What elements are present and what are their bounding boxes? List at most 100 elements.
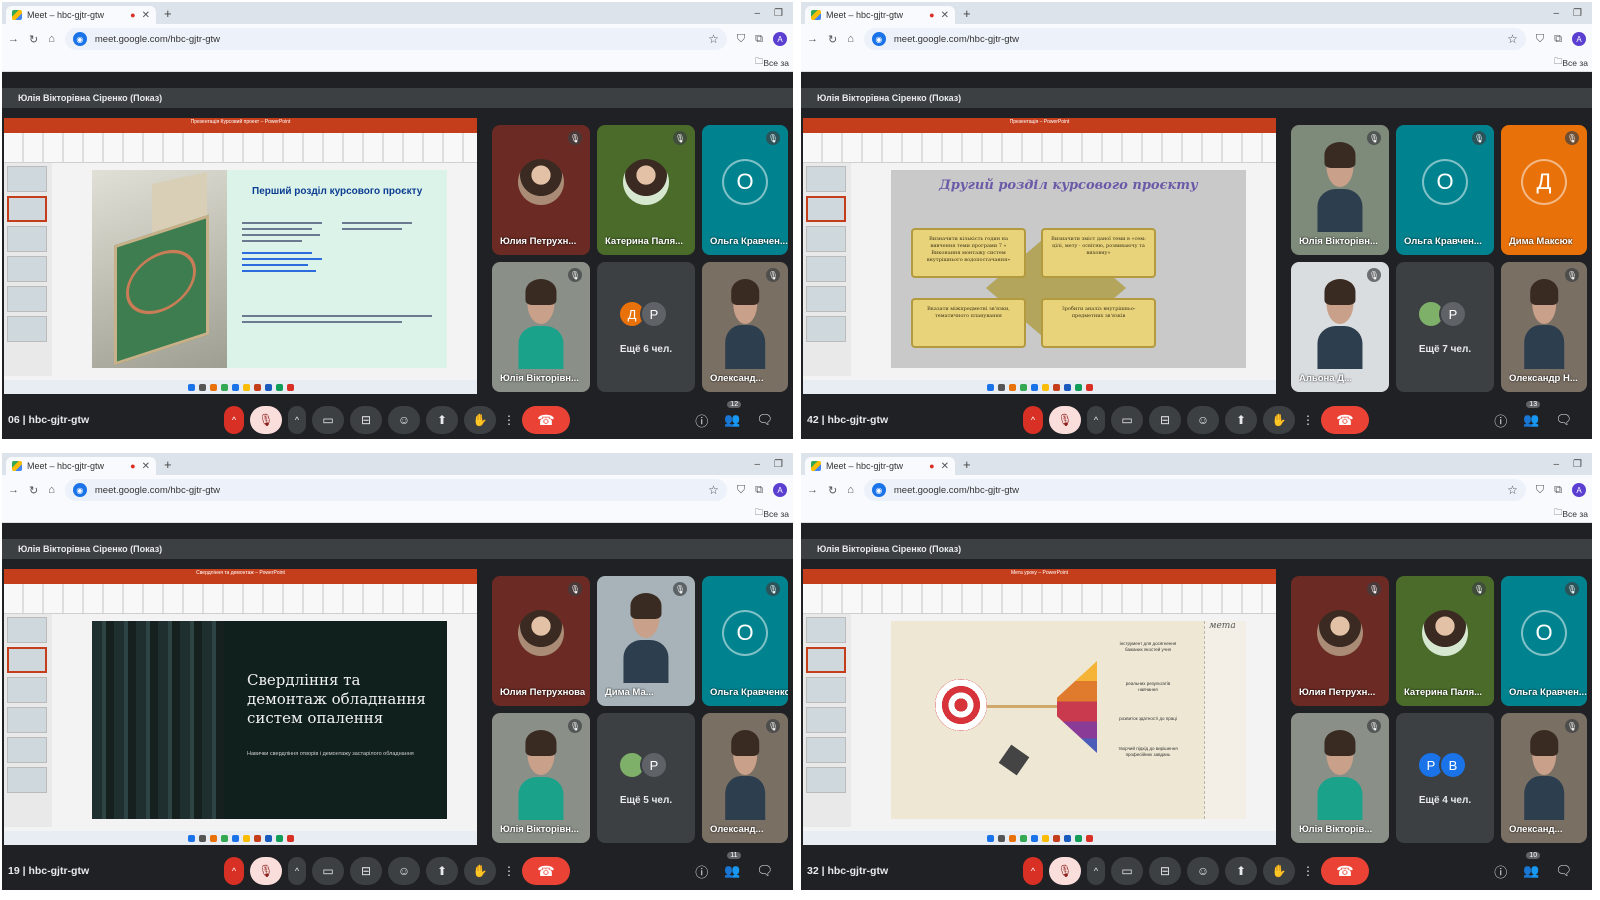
new-tab-button[interactable]: + [963,457,971,472]
shield-icon[interactable]: ⛉ [737,484,745,497]
more-options-button[interactable]: ⋮ [502,406,516,434]
raise-hand-button[interactable]: ✋ [464,406,496,434]
maximize-icon[interactable]: ❐ [1573,459,1582,470]
forward-icon[interactable]: → [807,33,818,45]
more-participants-tile[interactable]: Р Ещё 5 чел. [597,713,695,843]
present-button[interactable]: ⬆ [1225,857,1257,885]
extensions-icon[interactable]: ⧉ [1554,33,1562,46]
close-tab-icon[interactable]: ✕ [941,461,949,472]
participant-tile[interactable]: О Ольга Кравчен... 🎙 [702,125,788,255]
end-call-button[interactable]: ☎ [522,857,570,885]
browser-tab[interactable]: Meet – hbc-gjtr-gtw ● ✕ [6,457,156,475]
profile-avatar[interactable]: A [773,32,787,46]
camera-button[interactable]: ▭ [1111,857,1143,885]
site-info-icon[interactable]: ◉ [72,483,87,497]
participant-tile[interactable]: Катерина Паля... 🎙 [1396,576,1494,706]
shield-icon[interactable]: ⛉ [1536,33,1544,46]
mic-muted-button[interactable]: 🎙 [250,857,282,885]
extensions-icon[interactable]: ⧉ [755,33,763,46]
people-button[interactable]: 👥 13 [1523,401,1541,428]
emoji-button[interactable]: ☺ [388,406,420,434]
close-tab-icon[interactable]: ✕ [941,10,949,21]
chat-icon[interactable]: 🗨 [1555,412,1572,428]
chat-icon[interactable]: 🗨 [756,412,773,428]
mic-muted-button[interactable]: 🎙 [1049,406,1081,434]
participant-tile[interactable]: Альона Д... 🎙 [1291,262,1389,392]
more-options-button[interactable]: ⋮ [502,857,516,885]
participant-tile[interactable]: Юлія Вікторівн... 🎙 [1291,125,1389,255]
forward-icon[interactable]: → [8,484,19,496]
omnibox[interactable]: ◉ meet.google.com/hbc-gjtr-gtw ☆ [863,479,1526,501]
mic-options-button[interactable]: ^ [224,857,244,885]
shield-icon[interactable]: ⛉ [737,33,745,46]
end-call-button[interactable]: ☎ [1321,857,1369,885]
maximize-icon[interactable]: ❐ [1573,8,1582,19]
minimize-icon[interactable]: – [1553,8,1559,19]
participant-tile[interactable]: О Ольга Кравчен... 🎙 [1501,576,1587,706]
more-options-button[interactable]: ⋮ [1301,406,1315,434]
site-info-icon[interactable]: ◉ [871,483,886,497]
profile-avatar[interactable]: A [773,483,787,497]
people-button[interactable]: 👥 11 [724,852,741,879]
site-info-icon[interactable]: ◉ [871,32,886,46]
forward-icon[interactable]: → [807,484,818,496]
raise-hand-button[interactable]: ✋ [1263,406,1295,434]
profile-avatar[interactable]: A [1572,483,1586,497]
more-participants-tile[interactable]: Р В Ещё 4 чел. [1396,713,1494,843]
bookmark-star-icon[interactable]: ☆ [1507,32,1518,46]
minimize-icon[interactable]: – [754,8,760,19]
bookmark-star-icon[interactable]: ☆ [1507,483,1518,497]
participant-tile[interactable]: Катерина Паля... 🎙 [597,125,695,255]
bookmark-star-icon[interactable]: ☆ [708,32,719,46]
participant-tile[interactable]: Юлия Петрухн... 🎙 [1291,576,1389,706]
all-bookmarks-label[interactable]: Все за [763,58,789,68]
browser-tab[interactable]: Meet – hbc-gjtr-gtw ● ✕ [805,457,955,475]
reload-icon[interactable]: ↻ [828,33,837,46]
new-tab-button[interactable]: + [164,457,172,472]
bookmark-star-icon[interactable]: ☆ [708,483,719,497]
participant-tile[interactable]: Д Дима Максюк 🎙 [1501,125,1587,255]
close-tab-icon[interactable]: ✕ [142,10,150,21]
all-bookmarks-label[interactable]: Все за [1562,509,1588,519]
camera-options-button[interactable]: ^ [288,857,306,885]
site-info-icon[interactable]: ◉ [72,32,87,46]
camera-button[interactable]: ▭ [312,406,344,434]
mic-options-button[interactable]: ^ [1023,406,1043,434]
present-button[interactable]: ⬆ [426,857,458,885]
captions-button[interactable]: ⊟ [1149,857,1181,885]
info-icon[interactable]: ⓘ [695,411,708,430]
home-icon[interactable]: ⌂ [48,484,55,496]
emoji-button[interactable]: ☺ [1187,406,1219,434]
info-icon[interactable]: ⓘ [1494,411,1507,430]
omnibox[interactable]: ◉ meet.google.com/hbc-gjtr-gtw ☆ [64,28,727,50]
extensions-icon[interactable]: ⧉ [755,484,763,497]
participant-tile[interactable]: Олександ... 🎙 [1501,713,1587,843]
profile-avatar[interactable]: A [1572,32,1586,46]
participant-tile[interactable]: О Ольга Кравчен... 🎙 [1396,125,1494,255]
maximize-icon[interactable]: ❐ [774,459,783,470]
browser-tab[interactable]: Meet – hbc-gjtr-gtw ● ✕ [805,6,955,24]
present-button[interactable]: ⬆ [1225,406,1257,434]
participant-tile[interactable]: Олександ... 🎙 [702,713,788,843]
home-icon[interactable]: ⌂ [847,484,854,496]
emoji-button[interactable]: ☺ [1187,857,1219,885]
omnibox[interactable]: ◉ meet.google.com/hbc-gjtr-gtw ☆ [863,28,1526,50]
mic-options-button[interactable]: ^ [1023,857,1043,885]
participant-tile[interactable]: Олександр Н... 🎙 [1501,262,1587,392]
camera-button[interactable]: ▭ [1111,406,1143,434]
people-button[interactable]: 👥 10 [1523,852,1541,879]
more-participants-tile[interactable]: Д Р Ещё 6 чел. [597,262,695,392]
browser-tab[interactable]: Meet – hbc-gjtr-gtw ● ✕ [6,6,156,24]
all-bookmarks-label[interactable]: Все за [1562,58,1588,68]
minimize-icon[interactable]: – [754,459,760,470]
shield-icon[interactable]: ⛉ [1536,484,1544,497]
forward-icon[interactable]: → [8,33,19,45]
mic-muted-button[interactable]: 🎙 [1049,857,1081,885]
omnibox[interactable]: ◉ meet.google.com/hbc-gjtr-gtw ☆ [64,479,727,501]
people-button[interactable]: 👥 12 [724,401,742,428]
new-tab-button[interactable]: + [164,6,172,21]
more-options-button[interactable]: ⋮ [1301,857,1315,885]
info-icon[interactable]: ⓘ [1494,862,1507,881]
camera-options-button[interactable]: ^ [288,406,306,434]
maximize-icon[interactable]: ❐ [774,8,783,19]
